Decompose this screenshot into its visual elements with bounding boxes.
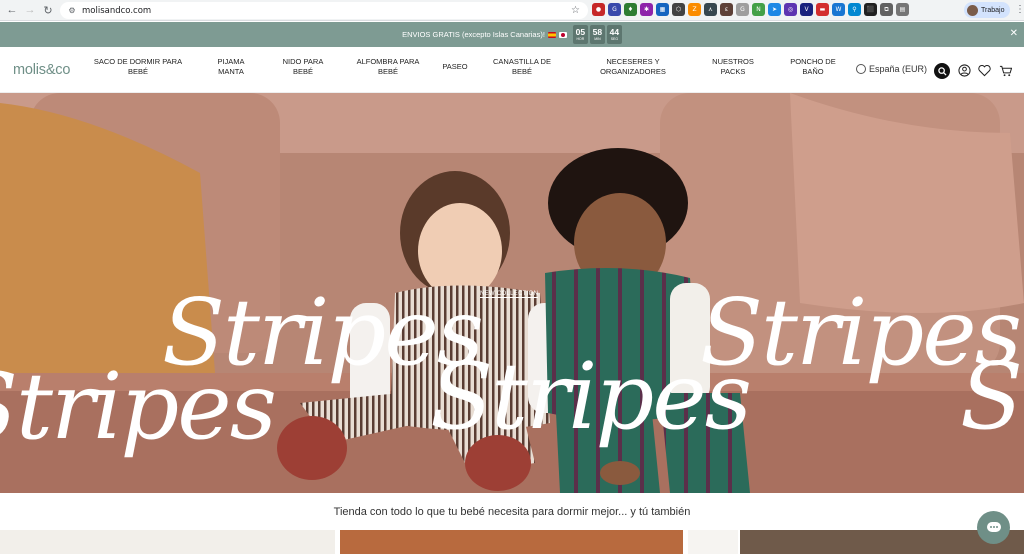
browser-menu-icon[interactable]: ⋮ [1015, 4, 1024, 15]
globe-icon [856, 64, 866, 74]
ext-4-icon[interactable]: ✱ [640, 3, 653, 16]
locale-selector[interactable]: España (EUR) [856, 64, 927, 74]
hero-banner[interactable]: NEW COLLECTION Stripes Stripes Stripes S… [0, 93, 1024, 493]
browser-toolbar: ← → ↻ ⚙ molisandco.com ☆ ● G ♦ ✱ ▦ ⬡ Z ⋏ ε G N ➤ ◎ V ▬… [0, 0, 1024, 21]
bookmark-star-icon[interactable]: ☆ [571, 5, 580, 16]
product-image-2[interactable] [340, 530, 683, 554]
ext-7-icon[interactable]: Z [688, 3, 701, 16]
forward-icon[interactable]: → [21, 1, 39, 19]
nav-saco-de-dormir[interactable]: SACO DE DORMIR PARA BEBÉ [93, 57, 183, 77]
reload-icon[interactable]: ↻ [39, 1, 57, 19]
hero-title-stripes-5: Stripes [960, 343, 1024, 450]
profile-button[interactable]: Trabajo [964, 2, 1010, 18]
ext-18-icon[interactable]: ⬛ [864, 3, 877, 16]
extensions-bar: ● G ♦ ✱ ▦ ⬡ Z ⋏ ε G N ➤ ◎ V ▬ W ⚲ ⬛ ⧉ ▤ [592, 3, 909, 16]
nav-paseo[interactable]: PASEO [439, 62, 471, 72]
announcement-text: ENVIOS GRATIS (excepto Islas Canarias)! [402, 30, 545, 39]
address-bar[interactable]: ⚙ molisandco.com ☆ [60, 2, 588, 19]
avatar [967, 4, 978, 16]
ext-14-icon[interactable]: V [800, 3, 813, 16]
close-announcement-icon[interactable]: ✕ [1010, 28, 1018, 39]
japan-flag-icon [558, 31, 567, 38]
ext-10-icon[interactable]: G [736, 3, 749, 16]
logo[interactable]: molis&co [13, 62, 70, 78]
site-header: molis&co SACO DE DORMIR PARA BEBÉ PIJAMA M… [0, 47, 1024, 93]
ext-17-icon[interactable]: ⚲ [848, 3, 861, 16]
timer-hours: 05 HOR [572, 25, 588, 44]
site-info-icon[interactable]: ⚙ [66, 5, 78, 17]
ext-6-icon[interactable]: ⬡ [672, 3, 685, 16]
ext-16-icon[interactable]: W [832, 3, 845, 16]
timer-seconds: 44 SEG [606, 25, 622, 44]
ext-20-icon[interactable]: ▤ [896, 3, 909, 16]
nav-nido-para-bebe[interactable]: NIDO PARA BEBÉ [277, 57, 329, 77]
chat-icon [986, 521, 1001, 532]
url-text: molisandco.com [82, 5, 152, 16]
back-icon[interactable]: ← [3, 1, 21, 19]
ext-9-icon[interactable]: ε [720, 3, 733, 16]
wishlist-heart-icon[interactable] [978, 64, 991, 77]
nav-nuestros-packs[interactable]: NUESTROS PACKS [705, 57, 761, 77]
ext-11-icon[interactable]: N [752, 3, 765, 16]
nav-poncho-de-bano[interactable]: PONCHO DE BAÑO [784, 57, 842, 77]
search-icon[interactable] [934, 63, 950, 79]
hero-title-stripes-2: Stripes [0, 353, 277, 460]
announcement-bar: ENVIOS GRATIS (excepto Islas Canarias)! … [0, 22, 1024, 47]
ext-3-icon[interactable]: ♦ [624, 3, 637, 16]
product-image-3[interactable] [688, 530, 738, 554]
nav-neceseres-y-organizadores[interactable]: NECESERES Y ORGANIZADORES [592, 57, 674, 77]
countdown-timer: 05 HOR 58 MIN 44 SEG [572, 25, 622, 44]
new-collection-link[interactable]: NEW COLLECTION [480, 291, 539, 298]
ext-5-icon[interactable]: ▦ [656, 3, 669, 16]
account-icon[interactable] [958, 64, 971, 77]
nav-alfombra-para-bebe[interactable]: ALFOMBRA PARA BEBÉ [352, 57, 424, 77]
nav-canastilla-de-bebe[interactable]: CANASTILLA DE BEBÉ [488, 57, 556, 77]
chat-widget-button[interactable] [977, 511, 1010, 544]
locale-label: España (EUR) [869, 64, 928, 74]
nav-pijama-manta[interactable]: PIJAMA MANTA [206, 57, 256, 77]
product-image-1[interactable] [0, 530, 335, 554]
ext-12-icon[interactable]: ➤ [768, 3, 781, 16]
ext-13-icon[interactable]: ◎ [784, 3, 797, 16]
spain-flag-icon [547, 31, 556, 38]
tagline: Tienda con todo lo que tu bebé necesita … [333, 505, 691, 518]
ext-1-icon[interactable]: ● [592, 3, 605, 16]
ext-15-icon[interactable]: ▬ [816, 3, 829, 16]
cart-icon[interactable] [999, 64, 1012, 77]
timer-minutes: 58 MIN [589, 25, 605, 44]
ext-2-icon[interactable]: G [608, 3, 621, 16]
ext-8-icon[interactable]: ⋏ [704, 3, 717, 16]
profile-label: Trabajo [981, 6, 1005, 14]
ext-19-icon[interactable]: ⧉ [880, 3, 893, 16]
